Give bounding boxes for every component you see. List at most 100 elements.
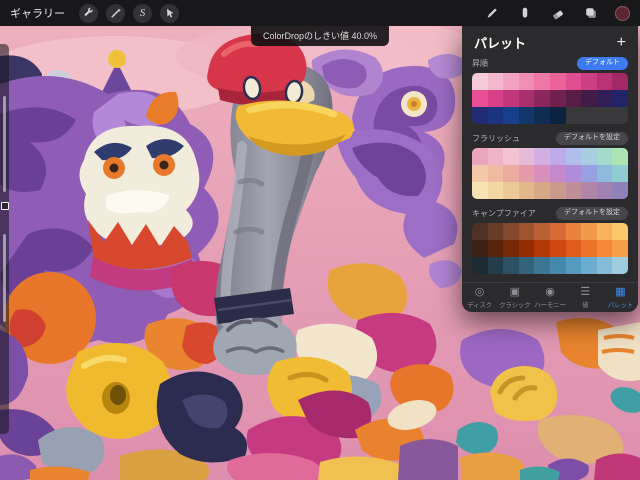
brush-button[interactable] [483,4,501,22]
color-swatch[interactable] [596,90,613,107]
color-swatch[interactable] [472,223,488,240]
color-swatch[interactable] [503,148,519,165]
color-swatch[interactable] [487,90,504,107]
color-swatch[interactable] [581,223,597,240]
tab-disc[interactable]: ◎ ディスク [462,283,497,312]
color-swatch[interactable] [596,73,613,90]
color-swatch[interactable] [518,73,535,90]
color-swatch[interactable] [596,148,613,165]
color-swatch[interactable] [518,257,535,274]
color-swatch[interactable] [503,223,519,240]
color-swatch[interactable] [581,240,597,257]
color-swatch[interactable] [565,223,582,240]
color-swatch[interactable] [518,148,535,165]
color-swatch[interactable] [612,182,628,199]
layers-button[interactable] [582,4,600,22]
opacity-slider[interactable] [3,234,6,322]
color-swatch[interactable] [565,182,582,199]
color-swatch[interactable] [565,257,582,274]
color-swatch[interactable] [565,165,582,182]
color-swatch[interactable] [612,148,628,165]
color-swatch[interactable] [581,107,597,124]
color-swatch[interactable] [534,257,550,274]
gallery-button[interactable]: ギャラリー [10,5,65,21]
color-swatch[interactable] [518,90,535,107]
color-swatch[interactable] [596,165,613,182]
color-swatch[interactable] [612,257,628,274]
brush-size-slider[interactable] [3,96,6,192]
color-swatch[interactable] [487,240,504,257]
color-swatch[interactable] [534,148,550,165]
tab-harmony[interactable]: ◉ ハーモニー [532,283,567,312]
color-swatch[interactable] [596,107,613,124]
color-swatch[interactable] [472,182,488,199]
color-swatch[interactable] [472,257,488,274]
color-swatch[interactable] [487,107,504,124]
selection-button[interactable]: S [133,3,152,23]
add-palette-button[interactable]: + [617,34,626,51]
color-swatch[interactable] [534,165,550,182]
color-swatch[interactable] [534,182,550,199]
tab-palettes[interactable]: ▦ パレット [603,283,638,312]
color-swatch[interactable] [518,240,535,257]
color-swatch[interactable] [596,182,613,199]
color-swatch[interactable] [550,182,566,199]
color-swatch[interactable] [534,90,550,107]
eraser-button[interactable] [549,4,567,22]
color-swatch[interactable] [565,73,582,90]
color-swatch[interactable] [472,240,488,257]
color-swatch[interactable] [596,223,613,240]
color-swatch[interactable] [487,182,504,199]
color-swatch[interactable] [550,148,566,165]
color-swatch[interactable] [518,182,535,199]
color-swatch[interactable] [487,223,504,240]
transform-button[interactable] [160,3,179,23]
color-swatch[interactable] [503,165,519,182]
color-swatch[interactable] [612,165,628,182]
color-swatch[interactable] [565,148,582,165]
color-swatch[interactable] [612,107,628,124]
tab-classic[interactable]: ▣ クラシック [497,283,532,312]
adjustments-button[interactable] [106,3,125,23]
color-swatch[interactable] [503,257,519,274]
color-swatch[interactable] [550,107,566,124]
tab-value[interactable]: ☰ 値 [568,283,603,312]
color-swatch[interactable] [472,107,488,124]
color-swatch[interactable] [472,73,488,90]
color-swatch[interactable] [550,223,566,240]
set-default-badge[interactable]: デフォルトを設定 [556,207,628,220]
color-swatch[interactable] [612,223,628,240]
color-swatch[interactable] [487,257,504,274]
color-swatch[interactable] [581,90,597,107]
color-swatch[interactable] [518,107,535,124]
color-swatch[interactable] [518,165,535,182]
smudge-button[interactable] [516,4,534,22]
actions-button[interactable] [79,3,98,23]
color-swatch[interactable] [612,73,628,90]
color-swatch[interactable] [550,73,566,90]
color-swatch[interactable] [581,182,597,199]
color-swatch[interactable] [581,257,597,274]
color-swatch[interactable] [534,223,550,240]
color-swatch[interactable] [503,240,519,257]
color-swatch[interactable] [550,165,566,182]
color-swatch[interactable] [612,90,628,107]
color-swatch[interactable] [487,73,504,90]
color-swatch[interactable] [596,240,613,257]
color-swatch[interactable] [550,257,566,274]
color-swatch[interactable] [503,182,519,199]
color-swatch[interactable] [550,240,566,257]
color-swatch[interactable] [581,73,597,90]
color-swatch[interactable] [596,257,613,274]
color-swatch[interactable] [534,107,550,124]
color-swatch[interactable] [565,90,582,107]
color-swatch[interactable] [550,90,566,107]
color-swatch[interactable] [472,165,488,182]
color-swatch[interactable] [565,107,582,124]
color-swatch[interactable] [487,148,504,165]
color-swatch[interactable] [472,90,488,107]
color-swatch[interactable] [612,240,628,257]
set-default-badge[interactable]: デフォルトを設定 [556,132,628,145]
color-swatch[interactable] [503,107,519,124]
color-swatch[interactable] [503,73,519,90]
